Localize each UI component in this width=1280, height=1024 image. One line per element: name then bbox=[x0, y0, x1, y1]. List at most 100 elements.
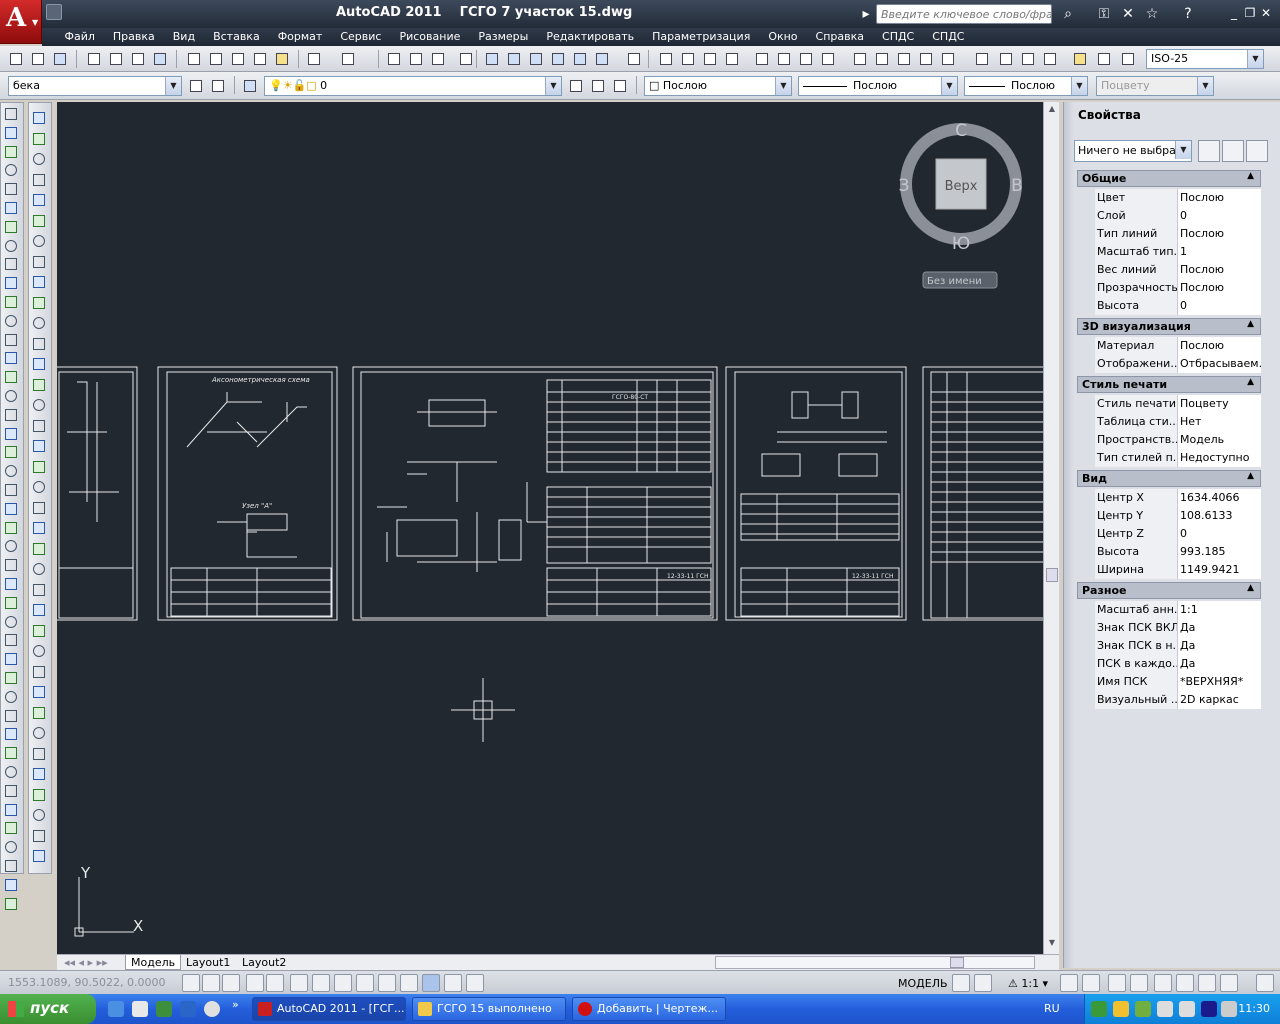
select-objects-icon[interactable] bbox=[1222, 140, 1244, 162]
sweep-icon[interactable] bbox=[31, 705, 47, 721]
property-value[interactable]: Послою bbox=[1177, 279, 1261, 297]
property-value[interactable]: Послою bbox=[1177, 225, 1261, 243]
layer-off-icon[interactable] bbox=[3, 557, 19, 573]
language-indicator[interactable]: RU bbox=[1044, 1002, 1060, 1015]
torus-icon[interactable] bbox=[31, 623, 47, 639]
table-icon[interactable] bbox=[31, 459, 47, 475]
property-row[interactable]: ПСК в каждо... Да bbox=[1095, 655, 1261, 673]
menu-draw[interactable]: Рисование bbox=[390, 28, 469, 45]
start-button[interactable]: пуск bbox=[0, 994, 96, 1024]
spline-icon[interactable] bbox=[31, 274, 47, 290]
property-row[interactable]: Центр X 1634.4066 bbox=[1095, 489, 1261, 507]
property-row[interactable]: Отображени... Отбрасываем... bbox=[1095, 355, 1261, 373]
dim-space-icon[interactable] bbox=[916, 49, 936, 69]
arc-icon[interactable] bbox=[31, 213, 47, 229]
annotation-scale[interactable]: ⚠ 1:1 ▾ bbox=[1008, 977, 1048, 990]
3d-print-icon[interactable] bbox=[150, 49, 170, 69]
osnap-toggle[interactable] bbox=[290, 974, 308, 992]
property-value[interactable]: 108.6133 bbox=[1177, 507, 1261, 525]
key-icon[interactable]: ⚿ bbox=[1094, 4, 1114, 24]
quick-view-layouts-icon[interactable] bbox=[952, 974, 970, 992]
minimize-button[interactable]: _ bbox=[1226, 5, 1242, 21]
pedit-icon[interactable] bbox=[3, 708, 19, 724]
property-row[interactable]: Пространств... Модель bbox=[1095, 431, 1261, 449]
model-space-label[interactable]: МОДЕЛЬ bbox=[898, 977, 948, 990]
otrack-toggle[interactable] bbox=[334, 974, 352, 992]
trim-icon[interactable] bbox=[3, 275, 19, 291]
publish-icon[interactable] bbox=[128, 49, 148, 69]
tray-icon-6[interactable] bbox=[1201, 1001, 1217, 1017]
construction-line-icon[interactable] bbox=[31, 131, 47, 147]
dim-edit-icon[interactable] bbox=[1070, 49, 1090, 69]
auto-scale-icon[interactable] bbox=[1082, 974, 1100, 992]
tab-model[interactable]: Модель bbox=[125, 955, 182, 970]
quick-dim-icon[interactable] bbox=[850, 49, 870, 69]
property-value[interactable]: Да bbox=[1177, 655, 1261, 673]
break-at-point-icon[interactable] bbox=[3, 313, 19, 329]
fillet-icon[interactable] bbox=[3, 388, 19, 404]
viewcube[interactable]: Верх С Ю В З Без имени bbox=[899, 121, 1023, 289]
viewcube-north[interactable]: С bbox=[955, 121, 967, 141]
tolerance-icon[interactable] bbox=[972, 49, 992, 69]
list-icon[interactable] bbox=[3, 463, 19, 479]
hatch-edit-icon[interactable] bbox=[3, 689, 19, 705]
rotate-icon[interactable] bbox=[3, 219, 19, 235]
line-icon[interactable] bbox=[31, 110, 47, 126]
region-draw-icon[interactable] bbox=[31, 438, 47, 454]
lengthen-icon[interactable] bbox=[3, 651, 19, 667]
property-row[interactable]: Прозрачность Послою bbox=[1095, 279, 1261, 297]
insert-block-icon[interactable] bbox=[31, 336, 47, 352]
tray-icon-4[interactable] bbox=[1157, 1001, 1173, 1017]
property-value[interactable]: 0 bbox=[1177, 207, 1261, 225]
block-edit-icon[interactable] bbox=[3, 745, 19, 761]
property-row[interactable]: Тип линий Послою bbox=[1095, 225, 1261, 243]
property-value[interactable]: Послою bbox=[1177, 337, 1261, 355]
property-value[interactable]: Поцвету bbox=[1177, 395, 1261, 413]
undo-icon[interactable] bbox=[304, 49, 324, 69]
property-value[interactable]: Да bbox=[1177, 637, 1261, 655]
dim-angular-icon[interactable] bbox=[818, 49, 838, 69]
isolate-objects-icon[interactable] bbox=[1176, 974, 1194, 992]
multiline-text-icon[interactable] bbox=[31, 479, 47, 495]
paste-special-icon[interactable] bbox=[250, 49, 270, 69]
property-row[interactable]: Материал Послою bbox=[1095, 337, 1261, 355]
tray-icon-2[interactable] bbox=[1113, 1001, 1129, 1017]
grid-toggle[interactable] bbox=[222, 974, 240, 992]
hatch-icon[interactable] bbox=[31, 397, 47, 413]
layer-manager-icon[interactable] bbox=[240, 76, 260, 96]
infer-constraints-toggle[interactable] bbox=[182, 974, 200, 992]
property-row[interactable]: Ширина 1149.9421 bbox=[1095, 561, 1261, 579]
stretch-icon[interactable] bbox=[3, 256, 19, 272]
expand-arrow-icon[interactable]: ▸ bbox=[856, 4, 876, 24]
color-combo[interactable]: □ Послою ▼ bbox=[644, 76, 792, 96]
property-value[interactable]: 0 bbox=[1177, 525, 1261, 543]
ucs-menu[interactable]: Без имени bbox=[927, 276, 982, 287]
dim-aligned-icon[interactable] bbox=[678, 49, 698, 69]
collapse-icon[interactable]: ▲ bbox=[1247, 377, 1254, 387]
menu-dimension[interactable]: Размеры bbox=[469, 28, 537, 45]
property-value[interactable]: *ВЕРХНЯЯ* bbox=[1177, 673, 1261, 691]
layer-previous-icon[interactable] bbox=[588, 76, 608, 96]
lock-icon[interactable] bbox=[1130, 974, 1148, 992]
exchange-icon[interactable]: ✕ bbox=[1118, 4, 1138, 24]
tool-palettes-icon[interactable] bbox=[526, 49, 546, 69]
mirror-icon[interactable] bbox=[3, 144, 19, 160]
property-row[interactable]: Вес линий Послою bbox=[1095, 261, 1261, 279]
property-row[interactable]: Высота 0 bbox=[1095, 297, 1261, 315]
qp-toggle[interactable] bbox=[444, 974, 462, 992]
walk-icon[interactable] bbox=[31, 848, 47, 864]
layer-states-icon[interactable] bbox=[610, 76, 630, 96]
task-opera[interactable]: Добавить | Чертеж... bbox=[572, 997, 726, 1021]
3d-osnap-toggle[interactable] bbox=[312, 974, 330, 992]
text-edit-icon[interactable] bbox=[3, 726, 19, 742]
workspace-save-icon[interactable] bbox=[208, 76, 228, 96]
gradient-icon[interactable] bbox=[31, 418, 47, 434]
menu-format[interactable]: Формат bbox=[269, 28, 332, 45]
box-icon[interactable] bbox=[31, 520, 47, 536]
calculator-icon[interactable] bbox=[592, 49, 612, 69]
polyline-icon[interactable] bbox=[31, 151, 47, 167]
property-row[interactable]: Визуальный ... 2D каркас bbox=[1095, 691, 1261, 709]
lineweight-combo[interactable]: Послою ▼ bbox=[964, 76, 1088, 96]
menu-spds-2[interactable]: СПДС bbox=[923, 28, 973, 45]
menu-spds-1[interactable]: СПДС bbox=[873, 28, 923, 45]
